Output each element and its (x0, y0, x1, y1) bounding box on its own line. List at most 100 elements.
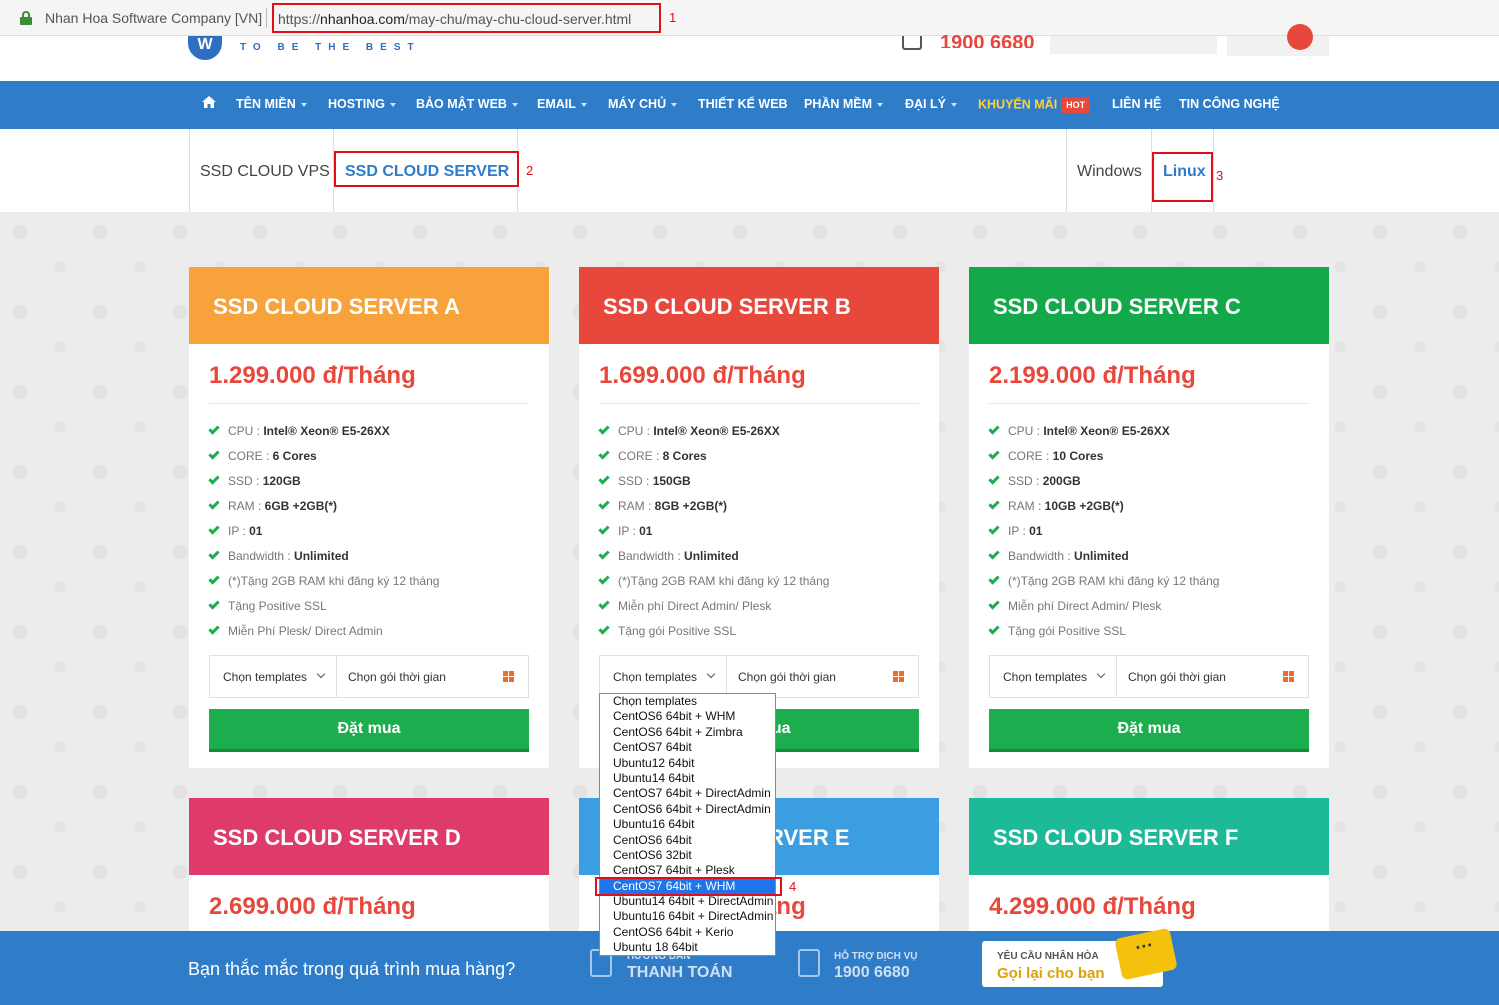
dropdown-option[interactable]: Ubuntu14 64bit (600, 771, 775, 786)
feature-text: Tặng gói Positive SSL (618, 624, 737, 638)
nav-item[interactable]: EMAIL (537, 97, 587, 111)
check-icon (208, 623, 220, 635)
period-select-value: Chọn gói thời gian (1128, 670, 1226, 684)
period-select[interactable]: Chọn gói thời gian (727, 656, 918, 697)
buy-button[interactable]: Đặt mua (209, 709, 529, 752)
pricing-card: SSD CLOUD SERVER C 2.199.000 đ/Tháng CPU… (969, 267, 1329, 768)
template-select[interactable]: Chọn templates (210, 656, 337, 697)
nav-item[interactable]: THIẾT KẾ WEB (698, 97, 788, 111)
feature-item: SSD : 200GB (988, 469, 1309, 494)
template-select[interactable]: Chọn templates (600, 656, 727, 697)
dropdown-option[interactable]: CentOS6 64bit (600, 833, 775, 848)
feature-item: CPU : Intel® Xeon® E5-26XX (598, 419, 919, 444)
feature-item: RAM : 6GB +2GB(*) (208, 494, 529, 519)
home-icon[interactable] (202, 96, 216, 108)
feature-text: Tặng Positive SSL (228, 599, 327, 613)
check-icon (598, 448, 610, 460)
feature-list: CPU : Intel® Xeon® E5-26XX CORE : 8 Cores… (598, 419, 919, 644)
feature-item: Miễn Phí Plesk/ Direct Admin (208, 619, 529, 644)
dropdown-option[interactable]: Ubuntu 18 64bit (600, 940, 775, 955)
support-phone-link[interactable]: 1900 6680 (834, 964, 910, 982)
feature-label: CORE : (228, 449, 273, 463)
dropdown-option[interactable]: CentOS7 64bit + DirectAdmin (600, 786, 775, 801)
order-options: Chọn templates Chọn gói thời gian (989, 655, 1309, 698)
dropdown-option[interactable]: Ubuntu16 64bit + DirectAdmin (600, 909, 775, 924)
dropdown-option[interactable]: CentOS6 64bit + DirectAdmin (600, 802, 775, 817)
tab-ssd-cloud-vps[interactable]: SSD CLOUD VPS (189, 129, 334, 212)
logo[interactable]: W (188, 36, 222, 60)
dropdown-option[interactable]: Ubuntu14 64bit + DirectAdmin (600, 894, 775, 909)
dropdown-option[interactable]: CentOS6 64bit + WHM (600, 709, 775, 724)
period-select-value: Chọn gói thời gian (348, 670, 446, 684)
template-dropdown-list[interactable]: Chọn templates CentOS6 64bit + WHM CentOS6… (599, 693, 776, 956)
hot-badge: HOT (1061, 97, 1091, 113)
card-title: SSD CLOUD SERVER D (189, 798, 549, 875)
period-select[interactable]: Chọn gói thời gian (337, 656, 528, 697)
check-icon (988, 423, 1000, 435)
feature-item: IP : 01 (598, 519, 919, 544)
card-title: SSD CLOUD SERVER A (189, 267, 549, 344)
feature-item: SSD : 120GB (208, 469, 529, 494)
dropdown-option[interactable]: CentOS6 32bit (600, 848, 775, 863)
nav-item-label: ĐẠI LÝ (905, 97, 946, 111)
check-icon (598, 623, 610, 635)
feature-value: Intel® Xeon® E5-26XX (263, 424, 390, 438)
dropdown-option[interactable]: CentOS6 64bit + Zimbra (600, 725, 775, 740)
site-identity[interactable]: Nhan Hoa Software Company [VN] (45, 10, 262, 26)
chevron-down-icon (950, 102, 957, 107)
feature-text: (*)Tặng 2GB RAM khi đăng ký 12 tháng (228, 574, 440, 588)
header-phone[interactable]: 1900 6680 (940, 32, 1035, 48)
nav-item[interactable]: PHẦN MỀM (804, 97, 884, 111)
nav-item[interactable]: LIÊN HỆ (1112, 97, 1161, 111)
highlight-box-3 (1152, 152, 1213, 202)
payment-guide-link[interactable]: THANH TOÁN (627, 964, 732, 982)
url-field[interactable]: https://nhanhoa.com/may-chu/may-chu-clou… (272, 3, 661, 33)
feature-label: SSD : (228, 474, 263, 488)
dropdown-option[interactable]: Chọn templates (600, 694, 775, 709)
feature-item: CORE : 6 Cores (208, 444, 529, 469)
nav-item-label: TÊN MIỀN (236, 97, 296, 111)
template-select[interactable]: Chọn templates (990, 656, 1117, 697)
feature-text: (*)Tặng 2GB RAM khi đăng ký 12 tháng (1008, 574, 1220, 588)
feature-list: CPU : Intel® Xeon® E5-26XX CORE : 10 Core… (988, 419, 1309, 644)
feature-label: CPU : (228, 424, 264, 438)
nav-item[interactable]: TIN CÔNG NGHỆ (1179, 97, 1280, 111)
check-icon (208, 448, 220, 460)
feature-item: CORE : 8 Cores (598, 444, 919, 469)
feature-text: Miễn phí Direct Admin/ Plesk (1008, 599, 1162, 613)
dropdown-option[interactable]: Ubuntu16 64bit (600, 817, 775, 832)
nav-item[interactable]: MÁY CHỦ (608, 97, 678, 111)
nav-item[interactable]: BẢO MẬT WEB (416, 97, 518, 111)
check-icon (598, 498, 610, 510)
account-button[interactable] (1050, 36, 1217, 54)
period-select[interactable]: Chọn gói thời gian (1117, 656, 1308, 697)
check-icon (208, 523, 220, 535)
nav-item[interactable]: HOSTING (328, 97, 396, 111)
buy-button[interactable]: Đặt mua (989, 709, 1309, 752)
feature-item: Tặng gói Positive SSL (988, 619, 1309, 644)
phone-icon (902, 36, 922, 50)
dropdown-option[interactable]: CentOS7 64bit (600, 740, 775, 755)
nav-item[interactable]: KHUYẾN MÃI HOT (978, 97, 1091, 113)
nav-item-label: KHUYẾN MÃI (978, 97, 1058, 112)
site-header: W TO BE THE BEST 1900 6680 (0, 24, 1499, 81)
dropdown-option[interactable]: CentOS6 64bit + Kerio (600, 925, 775, 940)
check-icon (988, 523, 1000, 535)
feature-text: Miễn Phí Plesk/ Direct Admin (228, 624, 383, 638)
feature-item: CORE : 10 Cores (988, 444, 1309, 469)
dropdown-option[interactable]: Ubuntu12 64bit (600, 756, 775, 771)
grid-icon (1283, 671, 1294, 682)
feature-text: Miễn phí Direct Admin/ Plesk (618, 599, 772, 613)
feature-value: 10GB +2GB(*) (1044, 499, 1124, 513)
tab-windows[interactable]: Windows (1066, 129, 1152, 212)
chevron-down-icon (389, 102, 396, 107)
feature-label: RAM : (1008, 499, 1045, 513)
nav-item[interactable]: ĐẠI LÝ (905, 97, 957, 111)
chat-bubble-icon[interactable]: ··· (1114, 927, 1178, 981)
nav-item[interactable]: TÊN MIỀN (236, 97, 307, 111)
feature-item: Tặng gói Positive SSL (598, 619, 919, 644)
feature-item: (*)Tặng 2GB RAM khi đăng ký 12 tháng (208, 569, 529, 594)
cart-button[interactable] (1227, 24, 1329, 56)
card-title: SSD CLOUD SERVER B (579, 267, 939, 344)
order-options: Chọn templates Chọn gói thời gian (209, 655, 529, 698)
